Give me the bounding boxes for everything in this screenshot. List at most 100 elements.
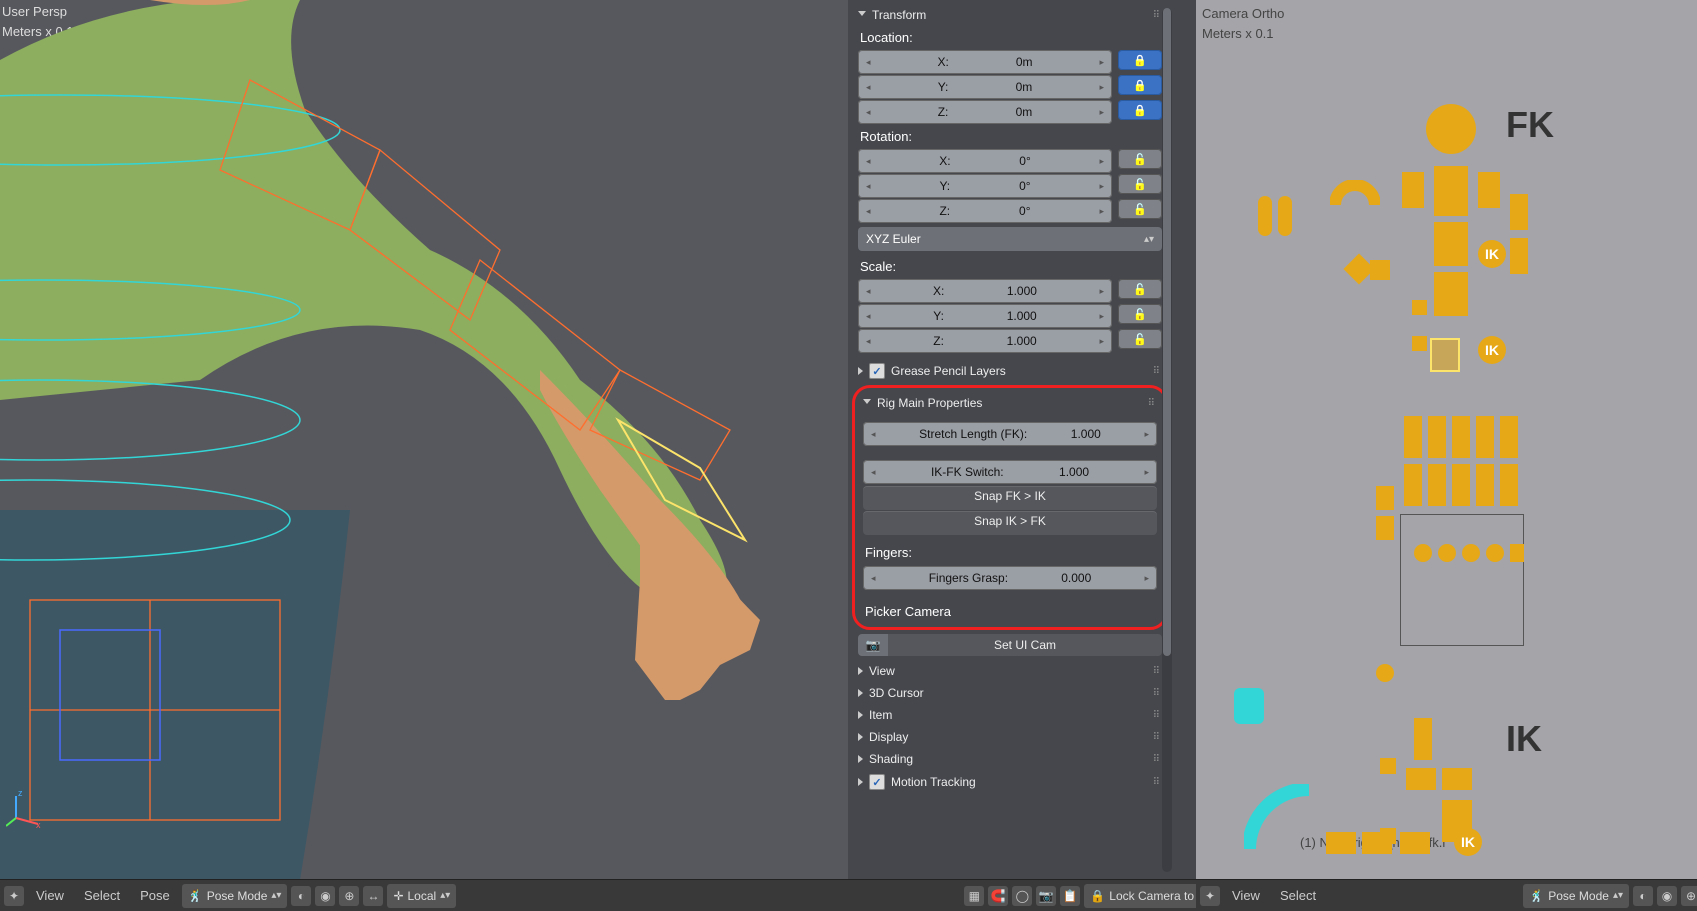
cursor-panel-header[interactable]: 3D Cursor⠿ bbox=[852, 682, 1168, 704]
picker-spine-low[interactable] bbox=[1434, 272, 1468, 316]
transform-header[interactable]: Transform⠿ bbox=[852, 4, 1168, 26]
panel-scrollbar[interactable] bbox=[1162, 8, 1172, 872]
finger[interactable] bbox=[1476, 464, 1494, 506]
teal-shape[interactable] bbox=[1234, 688, 1264, 724]
picker-spine-mid[interactable] bbox=[1434, 222, 1468, 266]
rot-x-input[interactable]: ◂X:0°▸ bbox=[858, 149, 1112, 173]
manipulator-icon[interactable]: ↔ bbox=[363, 886, 383, 906]
snap-ik-fk-button[interactable]: Snap IK > FK bbox=[863, 511, 1157, 535]
rot-z-input[interactable]: ◂Z:0°▸ bbox=[858, 199, 1112, 223]
ik-leg[interactable] bbox=[1414, 718, 1432, 760]
item-panel-header[interactable]: Item⠿ bbox=[852, 704, 1168, 726]
rot-z-lock[interactable] bbox=[1118, 199, 1162, 219]
finger[interactable] bbox=[1428, 416, 1446, 458]
fingers-grasp-input[interactable]: ◂Fingers Grasp:0.000▸ bbox=[863, 566, 1157, 590]
sc-x-lock[interactable] bbox=[1118, 279, 1162, 299]
knuckle[interactable] bbox=[1438, 544, 1456, 562]
snap-fk-ik-button[interactable]: Snap FK > IK bbox=[863, 486, 1157, 510]
shading-icon[interactable]: ◐ bbox=[291, 886, 311, 906]
sc-y-lock[interactable] bbox=[1118, 304, 1162, 324]
select-menu[interactable]: Select bbox=[1272, 888, 1324, 903]
stretch-length-input[interactable]: ◂Stretch Length (FK):1.000▸ bbox=[863, 422, 1157, 446]
rig-main-header[interactable]: Rig Main Properties⠿ bbox=[857, 392, 1163, 414]
mode-dropdown[interactable]: 🕺Pose Mode▴▾ bbox=[182, 884, 288, 908]
thumb[interactable] bbox=[1376, 516, 1394, 540]
panel-divider[interactable] bbox=[1176, 0, 1196, 880]
loc-z-lock[interactable] bbox=[1118, 100, 1162, 120]
rot-y-input[interactable]: ◂Y:0°▸ bbox=[858, 174, 1112, 198]
pivot-icon[interactable]: ⊕ bbox=[339, 886, 359, 906]
knuckle[interactable] bbox=[1510, 544, 1524, 562]
editor-type-icon[interactable]: ✦ bbox=[4, 886, 24, 906]
layers-icon[interactable]: ▦ bbox=[964, 886, 984, 906]
finger[interactable] bbox=[1500, 416, 1518, 458]
snap-icon[interactable]: 🧲 bbox=[988, 886, 1008, 906]
loc-y-lock[interactable] bbox=[1118, 75, 1162, 95]
viewport-3d-left[interactable]: User Persp Meters x 0.1 (1) Nina_rig : c… bbox=[0, 0, 848, 880]
view-panel-header[interactable]: View⠿ bbox=[852, 660, 1168, 682]
motion-checkbox[interactable] bbox=[869, 774, 885, 790]
picker-shoulder-r[interactable] bbox=[1478, 172, 1500, 208]
shading-panel-header[interactable]: Shading⠿ bbox=[852, 748, 1168, 770]
picker-hand-selected[interactable] bbox=[1430, 338, 1460, 372]
picker-arm-r-lower[interactable] bbox=[1510, 238, 1528, 274]
grease-pencil-header[interactable]: Grease Pencil Layers⠿ bbox=[852, 359, 1168, 383]
thumb[interactable] bbox=[1376, 486, 1394, 510]
ik-block[interactable] bbox=[1326, 832, 1356, 854]
picker-small-2[interactable] bbox=[1412, 336, 1427, 351]
sc-z-lock[interactable] bbox=[1118, 329, 1162, 349]
finger[interactable] bbox=[1428, 464, 1446, 506]
ik-small[interactable] bbox=[1380, 758, 1396, 774]
extra-dot[interactable] bbox=[1376, 664, 1394, 682]
knuckle[interactable] bbox=[1414, 544, 1432, 562]
set-ui-cam-button[interactable]: Set UI Cam bbox=[888, 634, 1162, 656]
knuckle[interactable] bbox=[1462, 544, 1480, 562]
view-menu[interactable]: View bbox=[1224, 888, 1268, 903]
shading-icon[interactable]: ◉ bbox=[1657, 886, 1677, 906]
sc-x-input[interactable]: ◂X:1.000▸ bbox=[858, 279, 1112, 303]
render-icon[interactable]: 📷 bbox=[1036, 886, 1056, 906]
finger[interactable] bbox=[1404, 416, 1422, 458]
picker-arm-r-upper[interactable] bbox=[1510, 194, 1528, 230]
ik-block[interactable] bbox=[1362, 832, 1392, 854]
loc-z-input[interactable]: ◂Z:0m▸ bbox=[858, 100, 1112, 124]
shading-icon[interactable]: ◐ bbox=[1633, 886, 1653, 906]
rotation-mode-dropdown[interactable]: XYZ Euler▴▾ bbox=[858, 227, 1162, 251]
finger[interactable] bbox=[1452, 464, 1470, 506]
loc-x-lock[interactable] bbox=[1118, 50, 1162, 70]
viewport-picker-right[interactable]: Camera Ortho Meters x 0.1 FK IK (1) Nina… bbox=[1196, 0, 1697, 880]
ik-foot[interactable] bbox=[1442, 768, 1472, 790]
orientation-dropdown[interactable]: ✛Local▴▾ bbox=[387, 884, 456, 908]
view-menu[interactable]: View bbox=[28, 888, 72, 903]
palm-outline[interactable] bbox=[1400, 514, 1524, 646]
sc-y-input[interactable]: ◂Y:1.000▸ bbox=[858, 304, 1112, 328]
rot-x-lock[interactable] bbox=[1118, 149, 1162, 169]
ik-foot[interactable] bbox=[1406, 768, 1436, 790]
lock-camera-toggle[interactable]: 🔒Lock Camera to bbox=[1084, 884, 1200, 908]
picker-head[interactable] bbox=[1426, 104, 1476, 154]
mode-dropdown[interactable]: 🕺Pose Mode▴▾ bbox=[1523, 884, 1629, 908]
ik-badge-arm[interactable]: IK bbox=[1478, 240, 1506, 268]
copy-icon[interactable]: 📋 bbox=[1060, 886, 1080, 906]
ik-badge-foot[interactable]: IK bbox=[1454, 828, 1482, 856]
loc-x-input[interactable]: ◂X:0m▸ bbox=[858, 50, 1112, 74]
finger[interactable] bbox=[1404, 464, 1422, 506]
picker-arc-icon[interactable] bbox=[1330, 180, 1380, 210]
finger[interactable] bbox=[1476, 416, 1494, 458]
pose-menu[interactable]: Pose bbox=[132, 888, 178, 903]
finger[interactable] bbox=[1500, 464, 1518, 506]
loc-y-input[interactable]: ◂Y:0m▸ bbox=[858, 75, 1112, 99]
motion-panel-header[interactable]: Motion Tracking⠿ bbox=[852, 770, 1168, 794]
finger[interactable] bbox=[1452, 416, 1470, 458]
ik-badge-leg[interactable]: IK bbox=[1478, 336, 1506, 364]
teal-arc-icon[interactable] bbox=[1244, 784, 1314, 854]
sc-z-input[interactable]: ◂Z:1.000▸ bbox=[858, 329, 1112, 353]
shading-icon[interactable]: ◉ bbox=[315, 886, 335, 906]
display-panel-header[interactable]: Display⠿ bbox=[852, 726, 1168, 748]
rot-y-lock[interactable] bbox=[1118, 174, 1162, 194]
picker-spine-top[interactable] bbox=[1434, 166, 1468, 216]
picker-side-2[interactable] bbox=[1278, 196, 1292, 236]
knuckle[interactable] bbox=[1486, 544, 1504, 562]
editor-type-icon[interactable]: ✦ bbox=[1200, 886, 1220, 906]
pivot-icon[interactable]: ⊕ bbox=[1681, 886, 1697, 906]
